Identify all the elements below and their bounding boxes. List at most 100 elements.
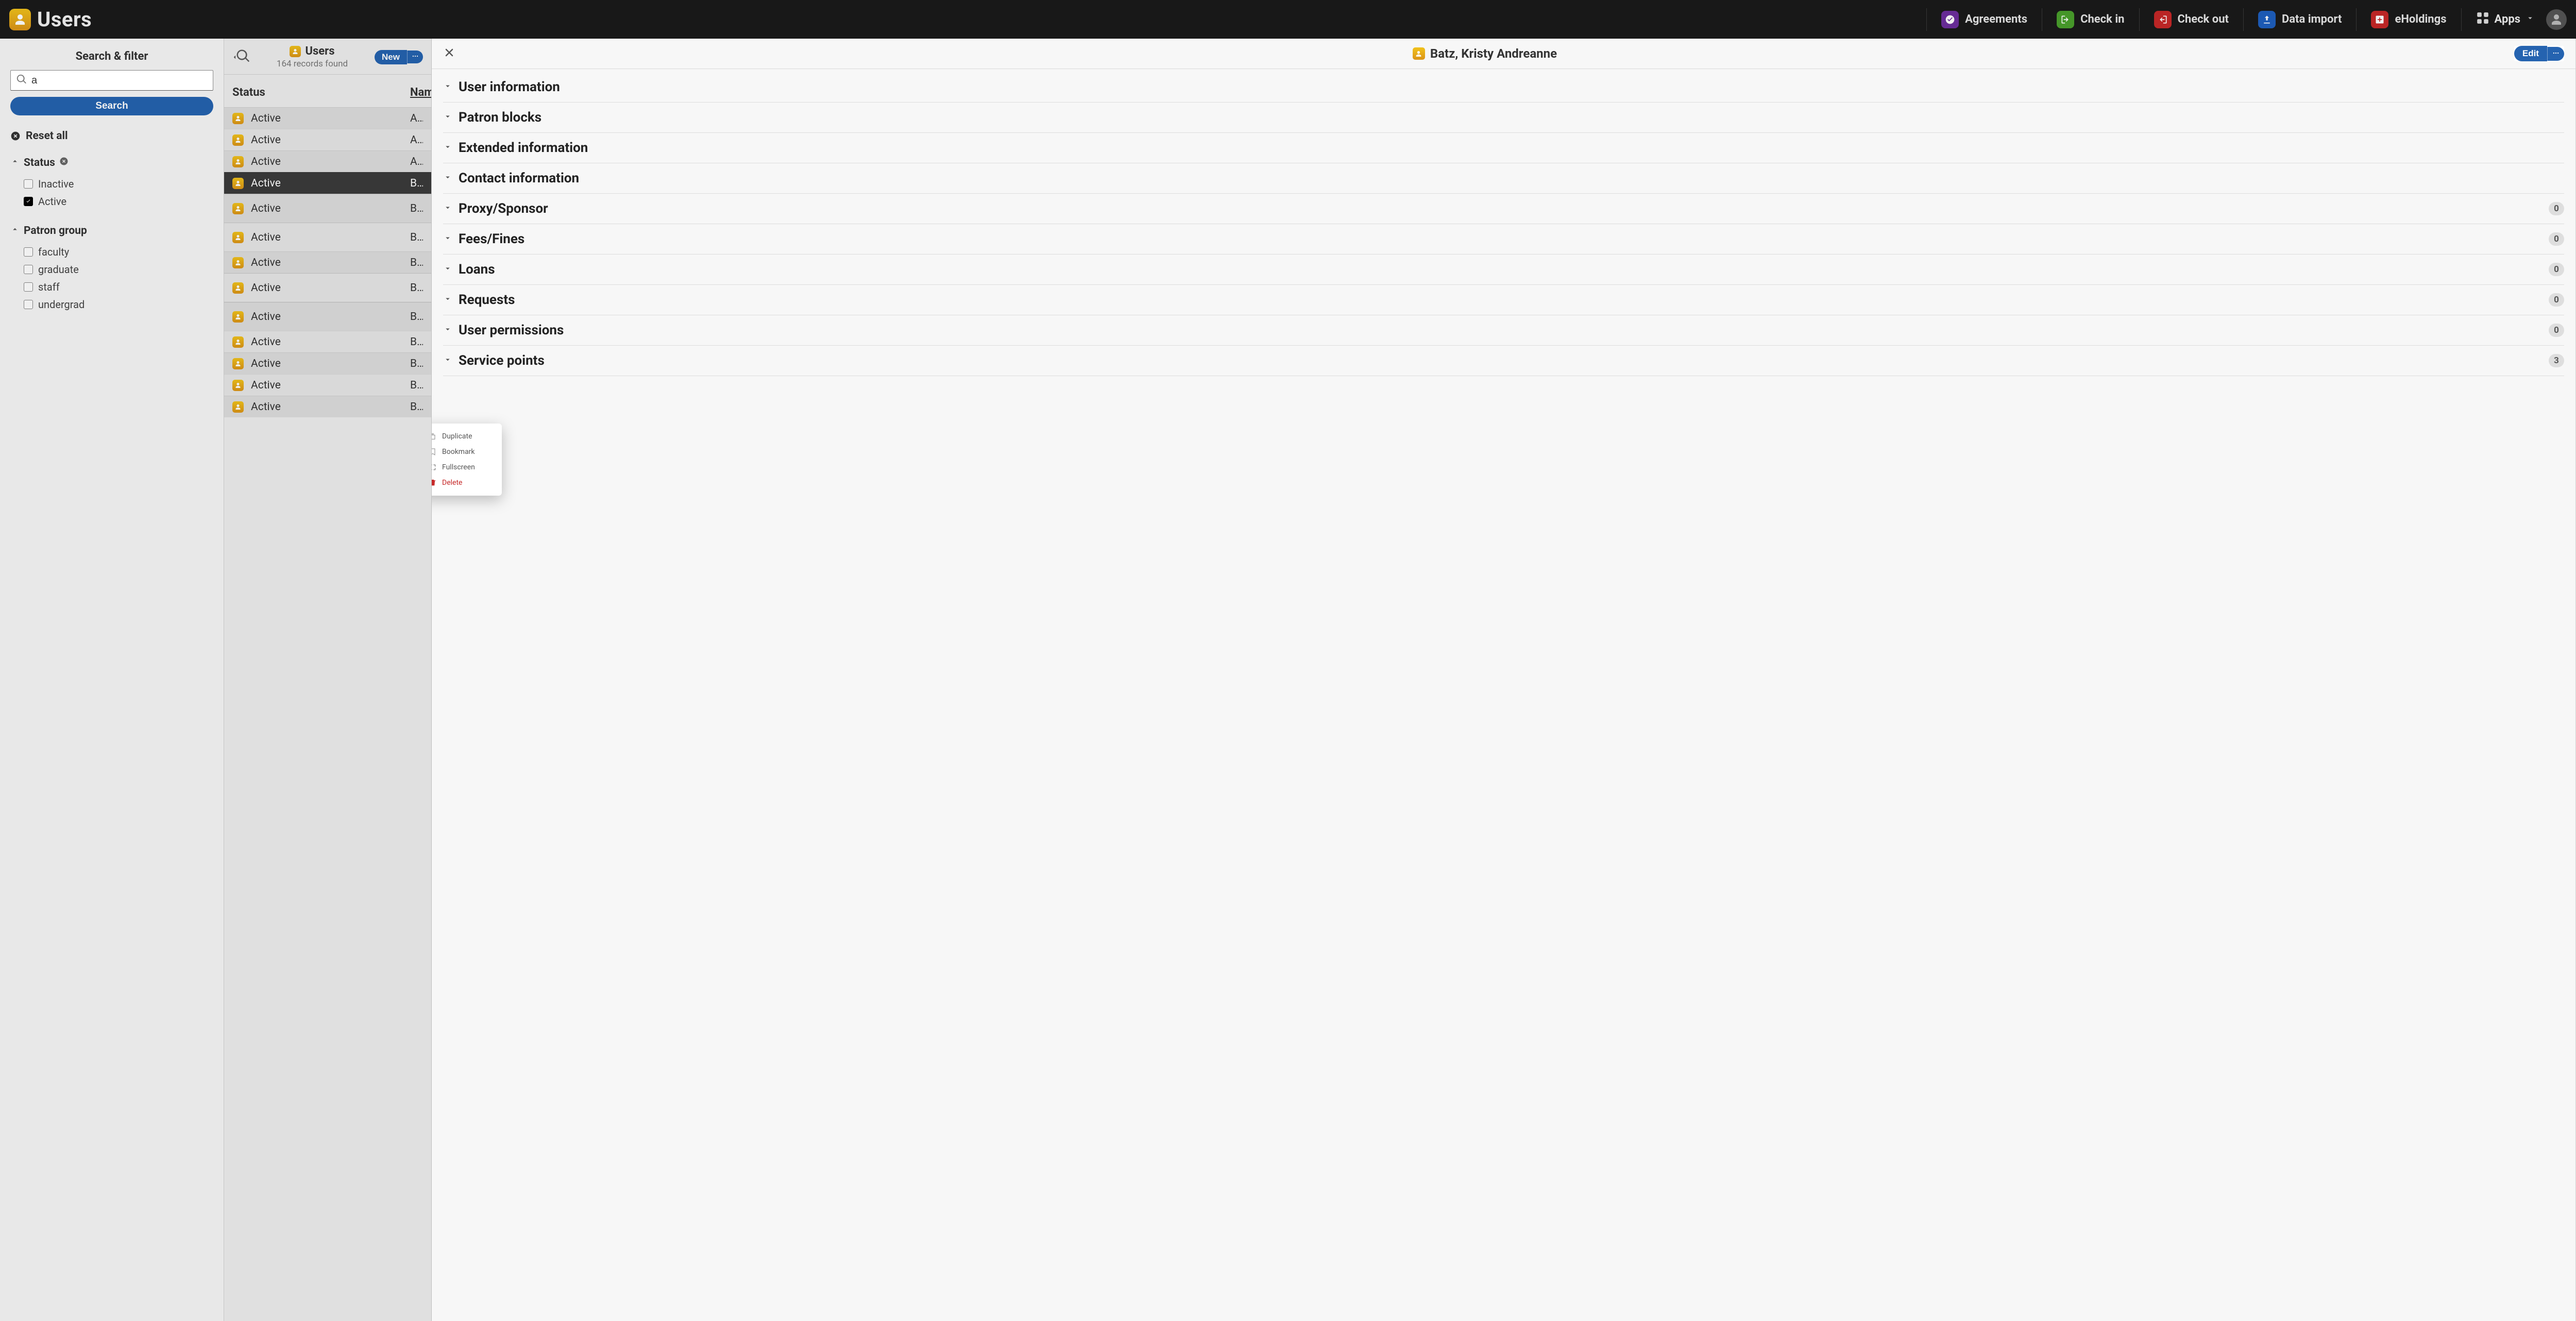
filter-option-patron-group-undergrad[interactable]: undergrad	[24, 296, 213, 313]
filter-header-patron-group[interactable]: Patron group	[10, 225, 213, 237]
table-row[interactable]: Active Batz	[224, 172, 431, 194]
app-brand[interactable]: Users	[9, 7, 92, 31]
users-icon	[232, 282, 244, 294]
table-row[interactable]: Active ADM	[224, 107, 431, 129]
table-row[interactable]: Active Baye	[224, 194, 431, 223]
row-name: Bern	[410, 311, 423, 323]
table-row[interactable]: Active Boeh	[224, 374, 431, 396]
detail-pane: Batz, Kristy Andreanne Edit User informa…	[432, 39, 2576, 1321]
chevron-down-icon	[443, 81, 452, 93]
nav-separator	[2356, 8, 2357, 31]
row-name: ADM	[410, 112, 423, 125]
search-button[interactable]: Search	[10, 97, 213, 115]
accordion-section-contact-information[interactable]: Contact information	[443, 163, 2564, 194]
users-icon	[1413, 47, 1425, 60]
results-header: Users 164 records found New	[224, 39, 431, 75]
users-icon	[232, 401, 244, 413]
edit-button[interactable]: Edit	[2514, 46, 2547, 61]
filter-option-status-inactive[interactable]: Inactive	[24, 175, 213, 193]
row-name: Boeh	[410, 379, 423, 392]
filter-option-label: undergrad	[38, 298, 84, 311]
table-row[interactable]: Active Berg	[224, 273, 431, 302]
menu-item-delete[interactable]: Delete	[432, 475, 502, 490]
accordion-section-requests[interactable]: Requests0	[443, 285, 2564, 315]
nav-item-check-out[interactable]: Check out	[2150, 8, 2233, 31]
accordion-section-fees-fines[interactable]: Fees/Fines0	[443, 224, 2564, 255]
accordion-section-extended-information[interactable]: Extended information	[443, 133, 2564, 163]
chevron-down-icon	[443, 112, 452, 123]
accordion-section-proxy-sponsor[interactable]: Proxy/Sponsor0	[443, 194, 2564, 224]
table-row[interactable]: Active Beck	[224, 223, 431, 251]
chevron-down-icon	[443, 173, 452, 184]
table-row[interactable]: Active Bore	[224, 396, 431, 417]
row-name: Beck	[410, 231, 423, 244]
table-row[interactable]: Active Bloc	[224, 352, 431, 374]
edit-more-button[interactable]	[2547, 47, 2564, 61]
menu-item-label: Bookmark	[442, 448, 475, 456]
filter-option-patron-group-staff[interactable]: staff	[24, 278, 213, 296]
menu-item-fullscreen[interactable]: Fullscreen	[432, 460, 502, 475]
actions-menu: Duplicate Bookmark FullscreenDelete	[432, 424, 502, 496]
new-user-button[interactable]: New	[375, 50, 407, 64]
reset-all-button[interactable]: Reset all	[10, 130, 213, 142]
trash-icon	[432, 479, 437, 487]
chevron-up-icon	[10, 157, 20, 169]
search-input[interactable]	[10, 70, 213, 91]
profile-button[interactable]	[2546, 9, 2567, 30]
clear-filter-icon[interactable]	[59, 157, 69, 169]
accordion-title: Extended information	[459, 140, 2564, 156]
row-name: Auer	[410, 156, 423, 168]
table-row[interactable]: Active Auer	[224, 129, 431, 150]
checkbox[interactable]	[24, 247, 33, 257]
table-row[interactable]: Active Auer	[224, 150, 431, 172]
users-icon	[232, 380, 244, 391]
close-detail-button[interactable]	[443, 46, 455, 61]
filter-option-patron-group-faculty[interactable]: faculty	[24, 243, 213, 261]
row-status: Active	[251, 257, 281, 269]
accordion-section-user-permissions[interactable]: User permissions0	[443, 315, 2564, 346]
chevron-down-icon	[443, 203, 452, 214]
nav-item-label: Check out	[2178, 13, 2229, 26]
row-status: Active	[251, 336, 281, 348]
nav-separator	[2243, 8, 2244, 31]
table-row[interactable]: Active Bloc	[224, 331, 431, 352]
app-title: Users	[37, 7, 92, 31]
back-to-search-button[interactable]	[232, 48, 250, 66]
table-row[interactable]: Active Bern	[224, 302, 431, 331]
filter-header-status[interactable]: Status	[10, 157, 213, 169]
chevron-down-icon	[443, 233, 452, 245]
accordion-title: Requests	[459, 292, 2543, 308]
row-status: Active	[251, 379, 281, 392]
checkbox[interactable]	[24, 197, 33, 206]
checkbox[interactable]	[24, 300, 33, 309]
filter-option-patron-group-graduate[interactable]: graduate	[24, 261, 213, 278]
accordion-section-user-information[interactable]: User information	[443, 72, 2564, 103]
accordion-section-service-points[interactable]: Service points3	[443, 346, 2564, 376]
table-row[interactable]: Active Bedn	[224, 251, 431, 273]
nav-item-data-import[interactable]: Data import	[2254, 8, 2346, 31]
row-name: Batz	[410, 177, 423, 190]
row-status: Active	[251, 401, 281, 413]
nav-separator	[1926, 8, 1927, 31]
checkbox[interactable]	[24, 179, 33, 189]
apps-menu-button[interactable]: Apps	[2472, 8, 2539, 31]
nav-item-eholdings[interactable]: eHoldings	[2367, 8, 2450, 31]
column-header-name[interactable]: Name	[410, 86, 432, 99]
new-user-more-button[interactable]	[407, 50, 423, 63]
filter-option-status-active[interactable]: Active	[24, 193, 213, 210]
chevron-down-icon	[443, 355, 452, 366]
nav-item-label: Data import	[2282, 13, 2342, 26]
nav-item-agreements[interactable]: Agreements	[1937, 8, 2031, 31]
accordion-title: Contact information	[459, 171, 2564, 186]
users-icon	[232, 203, 244, 214]
menu-item-duplicate[interactable]: Duplicate	[432, 429, 502, 444]
checkbox[interactable]	[24, 282, 33, 292]
accordion-section-loans[interactable]: Loans0	[443, 255, 2564, 285]
menu-item-bookmark[interactable]: Bookmark	[432, 444, 502, 460]
search-filter-title: Search & filter	[0, 39, 224, 70]
nav-item-check-in[interactable]: Check in	[2053, 8, 2128, 31]
checkbox[interactable]	[24, 265, 33, 274]
plus-box-icon	[2371, 11, 2388, 28]
column-header-status[interactable]: Status	[232, 86, 410, 99]
accordion-section-patron-blocks[interactable]: Patron blocks	[443, 103, 2564, 133]
